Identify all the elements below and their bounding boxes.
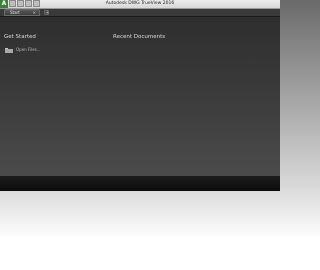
open-files-link[interactable]: Open Files...	[5, 47, 41, 53]
recent-documents-heading: Recent Documents	[113, 34, 166, 40]
window-title: Autodesk DWG TrueView 2016	[105, 1, 175, 6]
tab-label: Start	[10, 10, 20, 15]
tab-start[interactable]: Start ×	[4, 9, 40, 16]
status-bar	[0, 175, 280, 191]
title-bar: A Autodesk DWG TrueView 2016	[0, 0, 280, 9]
folder-icon	[5, 47, 13, 53]
close-icon[interactable]: ×	[33, 10, 36, 16]
app-window: A Autodesk DWG TrueView 2016 Start × + G…	[0, 0, 280, 191]
start-page: Get Started Recent Documents Open Files.…	[0, 17, 280, 175]
file-tab-bar: Start × +	[0, 9, 280, 17]
get-started-heading: Get Started	[4, 34, 36, 40]
new-tab-button[interactable]: +	[44, 10, 49, 16]
open-files-label: Open Files...	[16, 47, 41, 52]
